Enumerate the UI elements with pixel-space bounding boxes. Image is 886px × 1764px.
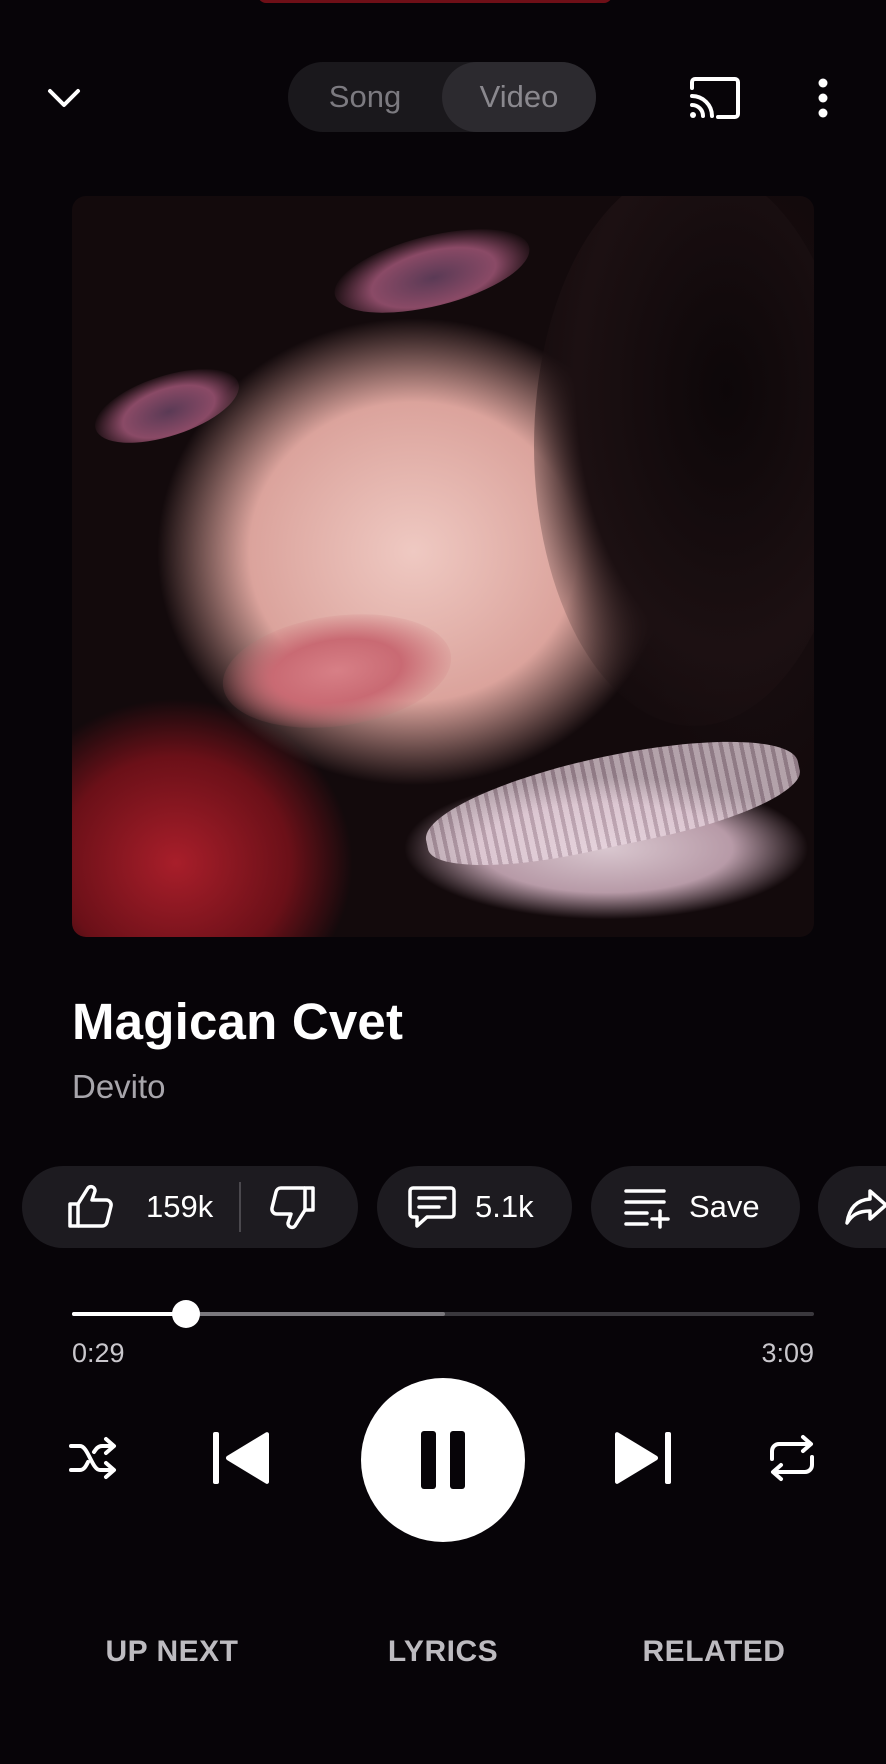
- share-icon: [845, 1189, 886, 1225]
- tab-lyrics[interactable]: LYRICS: [343, 1612, 543, 1692]
- shuffle-button[interactable]: [64, 1428, 124, 1488]
- like-count: 159k: [146, 1189, 214, 1224]
- next-button[interactable]: [608, 1422, 678, 1494]
- shuffle-icon: [69, 1437, 116, 1479]
- skip-next-icon: [615, 1432, 671, 1484]
- play-pause-button[interactable]: [361, 1378, 525, 1542]
- total-time: 3:09: [761, 1338, 814, 1368]
- previous-button[interactable]: [206, 1422, 276, 1494]
- thumbs-up-icon: [68, 1184, 113, 1228]
- more-vert-icon: [818, 78, 828, 118]
- more-options-button[interactable]: [800, 70, 846, 126]
- tab-related[interactable]: RELATED: [614, 1612, 814, 1692]
- track-title: Magican Cvet: [72, 993, 404, 1050]
- segment-song[interactable]: Song: [288, 62, 442, 132]
- like-button[interactable]: 159k: [22, 1166, 213, 1248]
- skip-previous-icon: [213, 1432, 269, 1484]
- thumbs-down-icon: [270, 1186, 315, 1230]
- current-time: 0:29: [72, 1338, 125, 1368]
- comments-chip[interactable]: 5.1k: [377, 1166, 572, 1248]
- save-chip[interactable]: Save: [591, 1166, 800, 1248]
- song-video-toggle: Song Video: [288, 62, 596, 132]
- bottom-tab-bar: UP NEXT LYRICS RELATED: [0, 1612, 886, 1692]
- tab-up-next[interactable]: UP NEXT: [72, 1612, 272, 1692]
- share-chip[interactable]: [818, 1166, 886, 1248]
- repeat-icon: [770, 1435, 814, 1481]
- like-dislike-chip: 159k: [22, 1166, 358, 1248]
- comment-icon: [408, 1186, 456, 1228]
- seek-thumb[interactable]: [171, 1300, 200, 1328]
- comment-count: 5.1k: [475, 1189, 534, 1224]
- chevron-down-icon: [48, 89, 80, 107]
- cast-icon: [690, 77, 740, 119]
- pause-icon: [421, 1431, 465, 1489]
- album-artwork: [72, 196, 814, 937]
- collapse-button[interactable]: [30, 70, 98, 126]
- action-chips: 159k 5.1k Save: [0, 1166, 886, 1248]
- repeat-button[interactable]: [762, 1428, 822, 1488]
- dislike-button[interactable]: [241, 1166, 317, 1248]
- track-artist[interactable]: Devito: [72, 1068, 166, 1106]
- cast-button[interactable]: [680, 70, 750, 126]
- save-label: Save: [689, 1189, 760, 1224]
- player-header: Song Video: [0, 0, 886, 196]
- playback-controls: [0, 1378, 886, 1544]
- playlist-add-icon: [624, 1189, 670, 1229]
- seek-bar[interactable]: [72, 1298, 814, 1330]
- seek-played: [72, 1312, 186, 1316]
- segment-video[interactable]: Video: [442, 62, 596, 132]
